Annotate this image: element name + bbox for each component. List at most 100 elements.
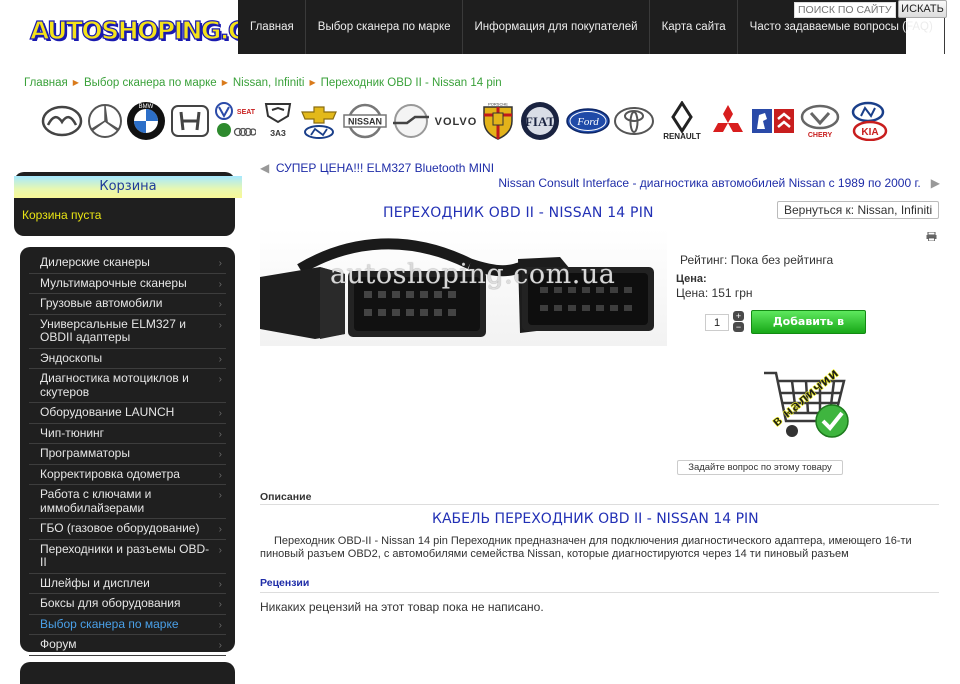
back-to-category-button[interactable]: Вернуться к: Nissan, Infiniti [777,201,940,219]
print-icon[interactable] [926,232,937,241]
hyundai-kia-logos-icon[interactable]: KIA [846,101,890,141]
chevron-right-icon: › [218,374,222,385]
site-logo[interactable]: AUTOSHOPING.COM.UA [29,15,333,52]
category-trucks[interactable]: Грузовые автомобили › [29,294,226,315]
description-label: Описание [260,491,312,503]
search-input[interactable] [794,2,896,18]
next-product-label: Nissan Consult Interface - диагностика а… [498,176,921,190]
category-keys-immobilizers[interactable]: Работа с ключами и иммобилайзерами › [29,485,226,519]
mitsubishi-logo-icon[interactable] [709,103,747,139]
quantity-increase-icon[interactable]: + [733,311,744,321]
in-stock-badge-icon: в наличии [764,365,849,438]
category-obd-adapters[interactable]: Переходники и разъемы OBD-II › [29,540,226,574]
nissan-logo-icon[interactable]: NISSAN [343,103,387,139]
category-label: Форум [40,637,77,651]
category-label: Оборудование LAUNCH [40,405,175,419]
category-programmers[interactable]: Программаторы › [29,444,226,465]
category-odometer-correction[interactable]: Корректировка одометра › [29,465,226,485]
vw-skoda-seat-audi-logos-icon[interactable]: SEAT [214,101,256,139]
opel-logo-icon[interactable] [391,103,431,139]
previous-product-link[interactable]: ◀ СУПЕР ЦЕНА!!! ELM327 Bluetooth MINI [260,161,494,175]
peugeot-citroen-logos-icon[interactable] [751,103,795,139]
nav-scanner-by-brand[interactable]: Выбор сканера по марке [306,0,463,54]
toyota-logo-icon[interactable] [613,103,655,139]
quantity-decrease-icon[interactable]: − [733,322,744,332]
category-label: Корректировка одометра [40,466,180,481]
category-elm327-adapters[interactable]: Универсальные ELM327 и OBDII адаптеры › [29,315,226,349]
next-product-link[interactable]: Nissan Consult Interface - диагностика а… [498,176,940,190]
sidebar-bottom-block [20,662,235,684]
breadcrumb-separator-icon: ▶ [221,78,228,87]
brand-logos-strip: BMW SEAT ЗАЗ NISSAN VOLVO PORSCHE FIAT F… [38,99,893,142]
chevron-right-icon: › [218,490,222,501]
chevron-right-icon: › [218,353,222,365]
category-menu: Дилерские сканеры › Мультимарочные сканер… [20,247,235,656]
previous-product-label: СУПЕР ЦЕНА!!! ELM327 Bluetooth MINI [275,161,495,175]
honda-logo-icon[interactable] [170,103,210,139]
volvo-logo-icon[interactable]: VOLVO [434,103,478,139]
divider [260,504,939,505]
chevron-right-icon: › [218,524,222,535]
chevron-right-icon: › [218,428,222,440]
category-label: Выбор сканера по марке [40,616,179,631]
kia-text: KIA [861,127,878,138]
category-equipment-boxes[interactable]: Боксы для оборудования › [29,594,226,615]
bmw-text: BMW [139,104,154,110]
category-motorcycle-diagnostics[interactable]: Диагностика мотоциклов и скутеров › [29,369,226,403]
breadcrumb-nissan[interactable]: Nissan, Infiniti [233,77,305,89]
bmw-logo-icon[interactable]: BMW [126,101,166,140]
chery-text: CHERY [808,132,833,139]
price-value: Цена: 151 грн [676,286,753,300]
porsche-logo-icon[interactable]: PORSCHE [482,101,514,140]
breadcrumb-home[interactable]: Главная [24,77,68,89]
category-forum[interactable]: Форум › [29,635,226,656]
category-label: Эндоскопы [40,350,103,365]
ask-question-button[interactable]: Задайте вопрос по этому товару [677,460,843,475]
product-image[interactable]: autoshoping.com.ua [260,229,667,346]
mazda-logo-icon[interactable] [41,103,83,139]
volvo-text: VOLVO [435,116,478,128]
category-cables-displays[interactable]: Шлейфы и дисплеи › [29,574,226,594]
category-label: Мультимарочные сканеры [40,275,187,290]
cart-block: Корзина Корзина пуста [14,172,242,236]
category-endoscopes[interactable]: Эндоскопы › [29,349,226,369]
nav-home[interactable]: Главная [238,0,306,54]
renault-text: RENAULT [663,132,701,141]
breadcrumb-scanner-by-brand[interactable]: Выбор сканера по марке [84,77,217,89]
chevron-right-icon: › [218,599,222,610]
category-scanner-by-brand[interactable]: Выбор сканера по марке › [29,615,226,635]
renault-logo-icon[interactable]: RENAULT [659,100,705,141]
add-to-cart-button[interactable]: Добавить в корзину [751,310,866,350]
category-dealer-scanners[interactable]: Дилерские сканеры › [29,253,226,274]
nav-sitemap[interactable]: Карта сайта [650,0,738,54]
reviews-label: Рецензии [260,577,310,589]
chevron-right-icon: › [218,619,222,631]
search-button[interactable]: ИСКАТЬ [898,0,947,18]
category-launch-equipment[interactable]: Оборудование LAUNCH › [29,403,226,424]
category-label: Боксы для оборудования [40,596,181,610]
chevron-right-icon: › [218,640,222,651]
chevron-right-icon: › [218,299,222,310]
seat-text: SEAT [237,109,256,116]
chevron-right-icon: › [218,319,222,331]
category-label: Диагностика мотоциклов и скутеров [40,371,189,399]
quantity-input[interactable] [705,314,729,331]
category-label: Чип-тюнинг [40,425,105,440]
chevron-right-icon: › [218,258,222,269]
ford-text: Ford [576,116,599,128]
nav-buyer-info[interactable]: Информация для покупателей [463,0,650,54]
chevrolet-hyundai-logos-icon[interactable] [299,103,339,139]
mercedes-logo-icon[interactable] [87,103,123,139]
category-gas-equipment[interactable]: ГБО (газовое оборудование) › [29,519,226,540]
zaz-text: ЗАЗ [270,129,286,138]
gaz-zaz-logos-icon[interactable]: ЗАЗ [260,102,296,139]
category-label: Дилерские сканеры [40,255,150,269]
chery-logo-icon[interactable]: CHERY [798,103,842,139]
category-chip-tuning[interactable]: Чип-тюнинг › [29,424,226,444]
fiat-logo-icon[interactable]: FIAT [518,101,562,140]
fiat-text: FIAT [525,114,555,129]
ford-logo-icon[interactable]: Ford [565,103,610,139]
divider [260,592,939,593]
arrow-left-icon: ◀ [260,161,270,175]
category-multibrand-scanners[interactable]: Мультимарочные сканеры › [29,274,226,294]
